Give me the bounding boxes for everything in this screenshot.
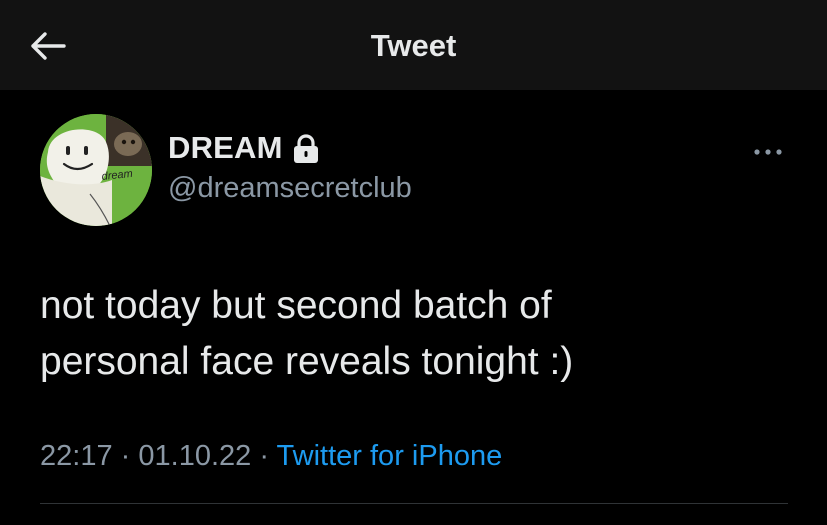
tweet-time[interactable]: 22:17	[40, 440, 113, 472]
tweet-text: not today but second batch of personal f…	[40, 284, 574, 383]
page-title: Tweet	[370, 28, 457, 63]
lock-icon	[292, 134, 320, 164]
author-name-row[interactable]: DREAM	[168, 130, 320, 166]
tweet-meta: 22:17 · 01.10.22 · Twitter for iPhone	[40, 440, 502, 473]
meta-separator: ·	[259, 440, 269, 472]
divider	[40, 503, 788, 504]
avatar[interactable]: dream	[40, 114, 152, 226]
more-dots-icon	[754, 149, 782, 155]
tweet-source-link[interactable]: Twitter for iPhone	[277, 440, 503, 472]
author-handle[interactable]: @dreamsecretclub	[168, 172, 412, 205]
top-bar: Tweet	[0, 0, 827, 90]
meta-separator: ·	[120, 440, 131, 472]
more-options-button[interactable]	[750, 140, 786, 164]
display-name[interactable]: DREAM	[168, 130, 283, 166]
tweet-date[interactable]: 01.10.22	[138, 440, 251, 472]
